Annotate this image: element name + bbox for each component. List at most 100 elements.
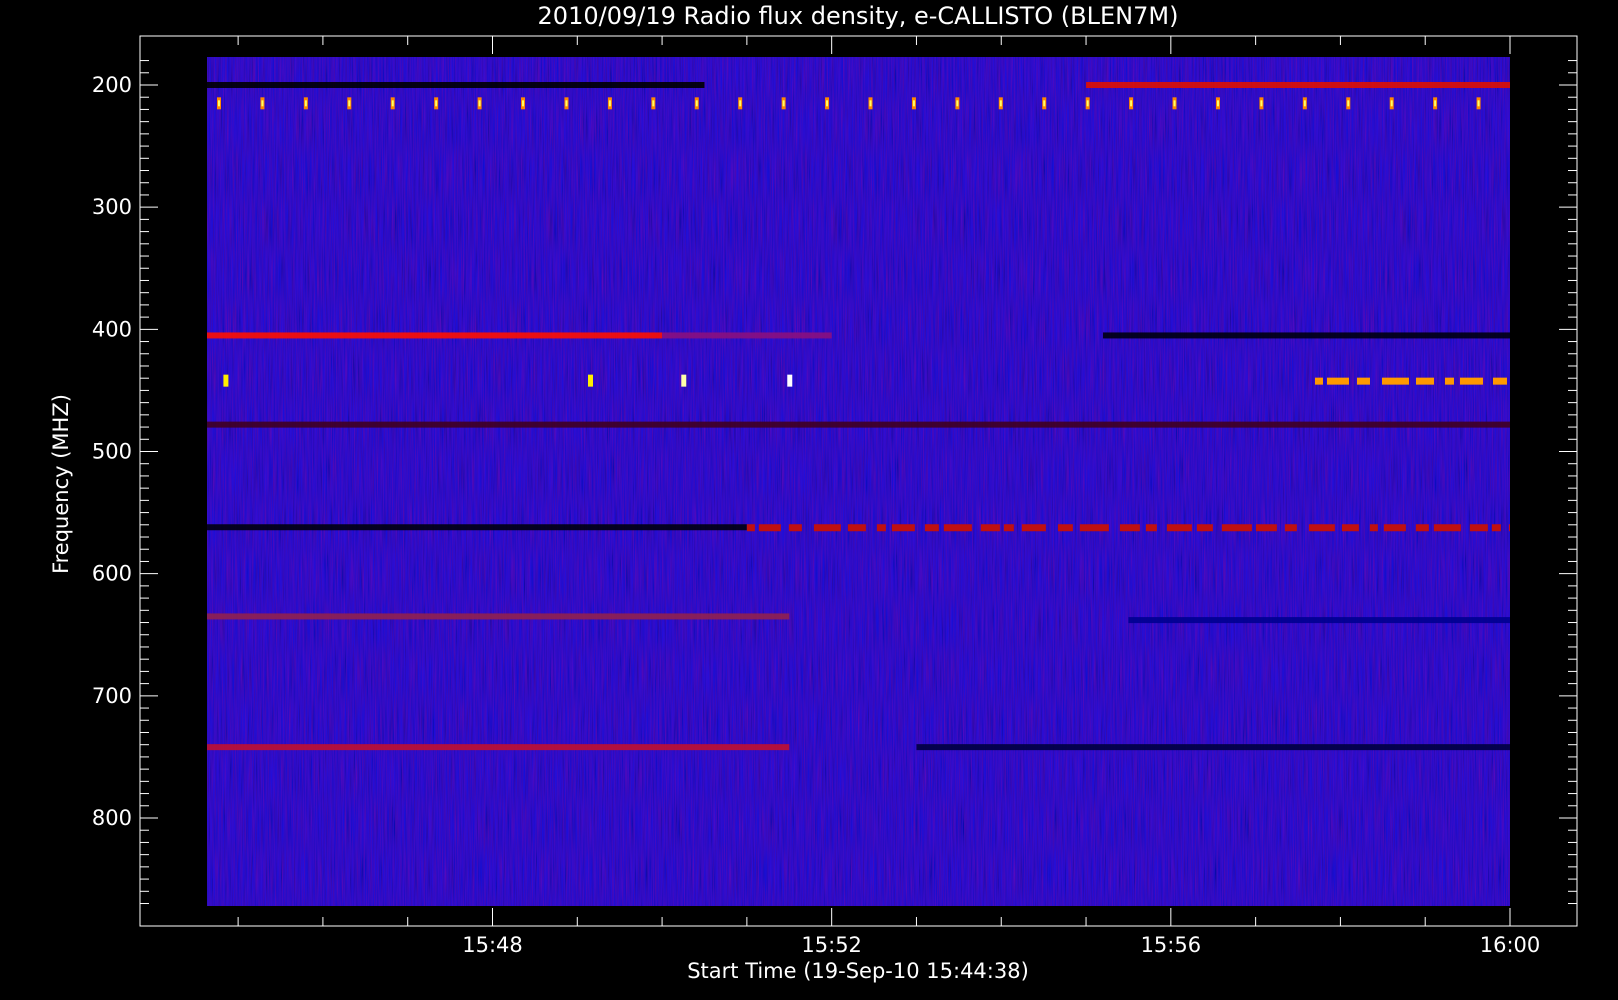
emission-burst — [1079, 524, 1109, 532]
emission-band — [207, 332, 663, 339]
emission-line — [662, 332, 832, 339]
emission-burst — [980, 524, 1000, 532]
emission-spike-core — [478, 100, 481, 107]
emission-spike-core — [565, 100, 568, 107]
emission-band — [207, 524, 747, 531]
emission-burst — [943, 524, 972, 532]
emission-burst — [1459, 377, 1483, 385]
y-tick-label: 800 — [92, 806, 132, 830]
emission-line — [1102, 332, 1510, 339]
emission-band — [1086, 82, 1510, 88]
emission-spike-core — [348, 100, 351, 107]
y-tick-label: 300 — [92, 195, 132, 219]
emission-spike-core — [1260, 100, 1263, 107]
emission-spike-core — [218, 100, 220, 107]
emission-spike-core — [1173, 100, 1176, 107]
emission-burst — [1145, 524, 1157, 532]
emission-band — [746, 524, 1510, 532]
emission-burst — [1196, 524, 1213, 532]
emission-spike-core — [522, 100, 525, 107]
emission-spike-core — [912, 100, 915, 107]
x-tick-label: 16:00 — [1480, 933, 1541, 957]
emission-burst — [1021, 524, 1046, 532]
emission-band — [1102, 332, 1510, 339]
emission-spike-core — [1390, 100, 1393, 107]
y-tick-label: 400 — [92, 317, 132, 341]
y-tick-label: 600 — [92, 562, 132, 586]
emission-burst — [924, 524, 939, 532]
x-tick-label: 15:52 — [801, 933, 862, 957]
emission-burst — [1284, 524, 1297, 532]
emission-burst — [1057, 524, 1073, 532]
spectrogram-image — [207, 57, 1510, 906]
heatmap-noise — [207, 57, 1510, 906]
emission-burst — [1492, 377, 1507, 385]
emission-burst — [1314, 377, 1323, 385]
emission-burst — [1415, 524, 1429, 532]
emission-burst — [1308, 524, 1335, 532]
emission-band — [916, 744, 1510, 751]
emission-band — [207, 744, 790, 751]
emission-spike-core — [869, 100, 872, 107]
emission-spike-core — [652, 100, 655, 107]
emission-spike-core — [782, 100, 785, 107]
emission-spike-core — [608, 100, 611, 107]
emission-line — [207, 82, 705, 88]
emission-burst — [1381, 377, 1409, 385]
emission-spike-core — [1477, 100, 1480, 107]
emission-band — [207, 613, 790, 620]
emission-burst — [1508, 524, 1510, 532]
emission-burst — [1491, 524, 1501, 532]
emission-spike-core — [999, 100, 1002, 107]
emission-spike — [223, 374, 229, 387]
emission-band — [207, 421, 1510, 428]
emission-burst — [746, 524, 755, 532]
chart-title: 2010/09/19 Radio flux density, e-CALLIST… — [538, 2, 1179, 30]
emission-burst — [1119, 524, 1140, 532]
emission-line — [207, 524, 747, 531]
emission-burst — [1356, 377, 1370, 385]
y-tick-label: 500 — [92, 440, 132, 464]
emission-burst — [1444, 377, 1454, 385]
emission-burst — [1326, 377, 1349, 385]
emission-line — [207, 613, 790, 620]
emission-burst — [1003, 524, 1014, 532]
x-tick-label: 15:48 — [462, 933, 523, 957]
emission-line — [207, 744, 790, 751]
emission-burst — [788, 524, 802, 532]
y-axis-label: Frequency (MHZ) — [49, 394, 73, 574]
emission-burst — [1166, 524, 1192, 532]
emission-burst — [1255, 524, 1277, 532]
emission-burst — [1383, 524, 1406, 532]
emission-line — [1128, 617, 1510, 624]
emission-spike-core — [956, 100, 959, 107]
emission-burst — [847, 524, 866, 532]
emission-line — [207, 421, 1510, 428]
emission-burst — [1341, 524, 1359, 532]
emission-spike-core — [1043, 100, 1046, 107]
emission-spike — [681, 374, 687, 387]
emission-spike-core — [304, 100, 307, 107]
emission-spike-core — [695, 100, 698, 107]
emission-spike-core — [1434, 100, 1437, 107]
emission-band — [662, 332, 832, 339]
emission-spike-core — [1130, 100, 1133, 107]
emission-spike-core — [1086, 100, 1089, 107]
x-axis-label: Start Time (19-Sep-10 15:44:38) — [687, 959, 1029, 983]
emission-burst — [1415, 377, 1434, 385]
emission-spike-core — [739, 100, 742, 107]
emission-spike-core — [261, 100, 264, 107]
emission-spike-core — [1347, 100, 1350, 107]
emission-spike-core — [1303, 100, 1306, 107]
emission-burst — [891, 524, 915, 532]
emission-spike — [787, 374, 793, 387]
y-tick-label: 700 — [92, 684, 132, 708]
emission-band — [207, 82, 705, 88]
emission-burst — [876, 524, 886, 532]
emission-burst — [1469, 524, 1488, 532]
emission-line — [207, 332, 663, 339]
emission-spike-core — [391, 100, 394, 107]
emission-band — [1128, 617, 1510, 624]
emission-line — [916, 744, 1510, 751]
y-tick-label: 200 — [92, 73, 132, 97]
